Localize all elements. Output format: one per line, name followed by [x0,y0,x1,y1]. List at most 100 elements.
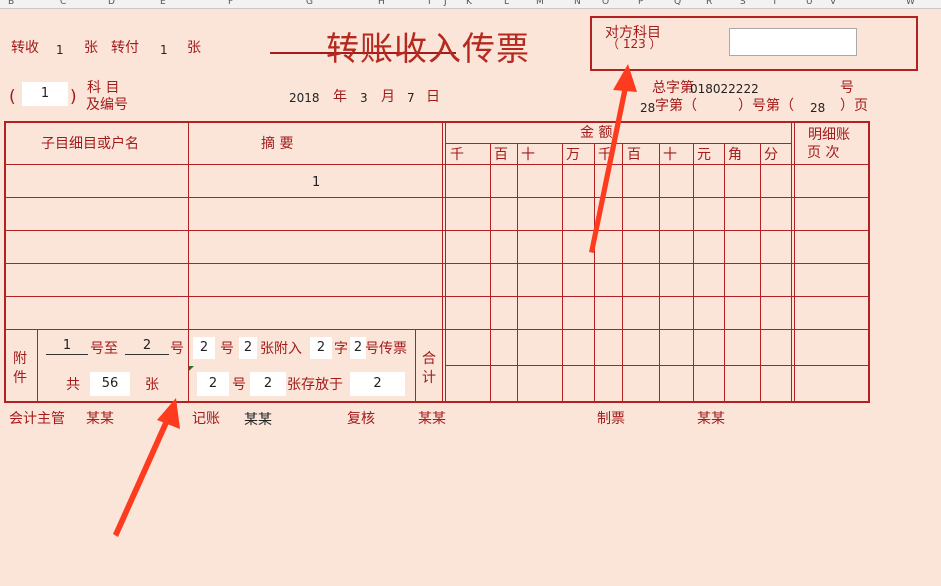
subject-number-cell[interactable]: 1 [22,82,68,106]
zi-prefix[interactable]: 28 [640,100,655,116]
zhuanshou-label: 转收 [11,40,39,56]
counter-account-input[interactable] [729,28,857,56]
grid-line [442,122,443,402]
grid-line [5,329,869,330]
row1-summary[interactable]: 1 [312,175,320,191]
grid-line [37,329,38,402]
col-letter[interactable]: I [428,0,431,7]
zongzi-label: 总字第 [652,80,694,96]
mid-zi: 字 [334,341,348,357]
col-letter[interactable]: G [306,0,313,7]
col-letter[interactable]: M [536,0,544,7]
att-hao-zhi: 号至 [90,341,118,357]
counter-account-value[interactable]: （ 123 ） [607,36,662,52]
col-letter[interactable]: E [160,0,166,7]
att-hao: 号 [170,341,184,357]
att-zhang: 张 [145,377,159,393]
col-letter[interactable]: K [466,0,472,7]
zhuanfu-count[interactable]: 1 [160,42,168,58]
fuhe-value[interactable]: 某某 [418,411,446,427]
zhang-label: 张 [84,40,98,56]
date-month[interactable]: 3 [360,90,368,106]
col-header-ledger: 明细账 [808,127,850,143]
grid-line [794,122,795,402]
digit-header: 千 [598,147,612,163]
grid-line [5,197,869,198]
col-letter[interactable]: S [740,0,746,7]
jizhang-value[interactable]: 某某 [244,412,272,428]
fuhe-label: 复核 [347,411,375,427]
cell-marker [189,366,194,371]
mid-cell-1[interactable]: 2 [193,337,215,359]
zhipiao-value[interactable]: 某某 [697,411,725,427]
bianhao-label: 及编号 [86,97,128,113]
grid-line [760,143,761,402]
col-letter[interactable]: N [574,0,581,7]
col-letter[interactable]: F [228,0,233,7]
col-letter[interactable]: H [378,0,385,7]
digit-header: 分 [764,147,778,163]
mid-cell-6[interactable]: 2 [250,372,286,396]
col-letter[interactable]: C [60,0,66,7]
col-letter[interactable]: P [638,0,643,7]
zhipiao-label: 制票 [597,411,625,427]
date-day[interactable]: 7 [407,90,415,106]
zongzi-value[interactable]: 018022222 [690,81,759,97]
col-letter[interactable]: L [504,0,509,7]
att-total-label: 共 [66,377,80,393]
year-label: 年 [333,89,347,105]
digit-header: 角 [728,147,742,163]
col-letter[interactable]: Q [674,0,681,7]
col-letter[interactable]: O [602,0,609,7]
ye-label: ）页 [840,98,868,114]
column-header-bar[interactable]: B C D E F G H I J K L M N O P Q R S T U … [0,0,941,9]
page-value[interactable]: 28 [810,100,825,116]
mid-cell-3[interactable]: 2 [310,337,332,359]
att-to-cell[interactable]: 2 [125,338,169,355]
kemu-label: 科 目 [87,80,120,96]
zhuanshou-count[interactable]: 1 [56,42,64,58]
grid-line [5,164,869,165]
paren-open: ( [9,87,16,107]
paren-close: ) [70,87,77,107]
kuaiji-value[interactable]: 某某 [86,411,114,427]
grid-line [446,365,869,366]
digit-header: 万 [566,147,580,163]
col-letter[interactable]: R [706,0,712,7]
page-title: 转账收入传票 [326,29,530,68]
att-total-cell[interactable]: 56 [90,372,130,396]
date-year[interactable]: 2018 [289,90,320,106]
mid-cell-5[interactable]: 2 [197,372,229,396]
arrow-shaft [113,418,170,537]
col-letter[interactable]: V [830,0,836,7]
col-letter[interactable]: U [806,0,813,7]
zhang-label: 张 [187,40,201,56]
col-header-ledger-sub: 页 次 [807,145,840,161]
grid-line [724,143,725,402]
col-header-account: 子目细目或户名 [41,136,139,152]
col-letter[interactable]: W [906,0,915,7]
col-letter[interactable]: B [8,0,14,7]
grid-line [446,143,791,144]
grid-line [5,230,869,231]
col-letter[interactable]: D [108,0,115,7]
mid-cell-2[interactable]: 2 [239,337,257,359]
att-from-cell[interactable]: 1 [46,338,88,355]
zhuanfu-label: 转付 [111,40,139,56]
grid-line [415,329,416,402]
grid-line [594,143,595,402]
mid-hao2: 号 [232,377,246,393]
col-header-amount: 金 额 [580,125,613,141]
grid-line [188,122,189,402]
mid-fu: 张附入 [260,341,302,357]
grid-line [622,143,623,402]
col-letter[interactable]: J [444,0,447,7]
mid-cell-7[interactable]: 2 [350,372,405,396]
grid-line [5,263,869,264]
hao-close-label: ）号第（ [738,98,794,114]
mid-cunfang: 张存放于 [287,377,343,393]
mid-cell-4[interactable]: 2 [350,337,366,359]
digit-header: 十 [663,147,677,163]
col-letter[interactable]: T [772,0,778,7]
grid-line [693,143,694,402]
